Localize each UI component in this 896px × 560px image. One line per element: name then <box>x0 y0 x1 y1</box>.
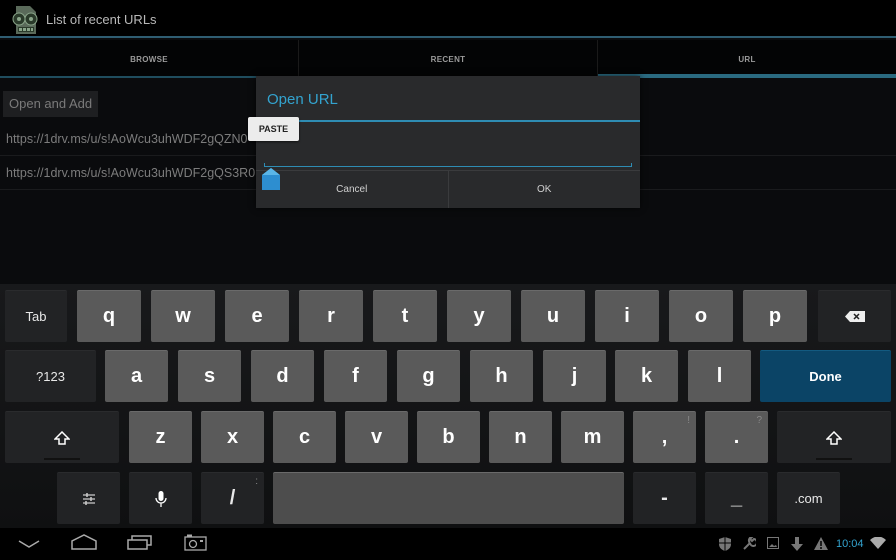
key-j[interactable]: j <box>543 350 606 402</box>
paste-button[interactable]: PASTE <box>248 117 299 141</box>
key-h[interactable]: h <box>470 350 533 402</box>
key-done[interactable]: Done <box>760 350 891 402</box>
url-input[interactable] <box>263 126 633 168</box>
key-d[interactable]: d <box>251 350 314 402</box>
shift-icon <box>826 430 842 445</box>
tab-browse[interactable]: BROWSE <box>0 40 299 78</box>
key-k[interactable]: k <box>615 350 678 402</box>
key-i[interactable]: i <box>595 290 659 342</box>
status-clock: 10:04 <box>836 538 864 550</box>
microphone-icon <box>154 490 167 507</box>
key-hint: : <box>255 476 258 487</box>
wifi-icon <box>870 537 886 549</box>
key-e[interactable]: e <box>225 290 289 342</box>
warning-icon <box>814 537 828 550</box>
key-c[interactable]: c <box>273 411 336 463</box>
recent-apps-icon[interactable] <box>127 534 153 550</box>
download-icon <box>791 537 803 551</box>
settings-sliders-icon <box>82 492 95 505</box>
film-reel-app-icon <box>12 6 38 34</box>
key-l[interactable]: l <box>688 350 751 402</box>
home-icon[interactable] <box>70 534 98 550</box>
tab-url[interactable]: URL <box>598 40 896 78</box>
key-label: / <box>229 487 236 509</box>
action-bar: List of recent URLs <box>0 0 896 38</box>
dialog-button-bar: Cancel OK <box>256 170 640 208</box>
key-shift-left[interactable] <box>5 411 119 463</box>
shift-indicator <box>44 458 80 460</box>
key-a[interactable]: a <box>105 350 168 402</box>
key-period[interactable]: . ? <box>705 411 768 463</box>
key-u[interactable]: u <box>521 290 585 342</box>
screenshot-camera-icon[interactable] <box>184 534 208 552</box>
key-voice-input[interactable] <box>129 472 192 524</box>
tab-label: URL <box>738 54 756 64</box>
key-m[interactable]: m <box>561 411 624 463</box>
key-hyphen[interactable]: - <box>633 472 696 524</box>
key-symbols[interactable]: ?123 <box>5 350 96 402</box>
key-f[interactable]: f <box>324 350 387 402</box>
app-title: List of recent URLs <box>46 12 157 27</box>
dialog-title: Open URL <box>267 91 338 108</box>
shield-icon <box>719 537 731 551</box>
key-slash[interactable]: / : <box>201 472 264 524</box>
key-space[interactable] <box>273 472 624 524</box>
key-o[interactable]: o <box>669 290 733 342</box>
key-g[interactable]: g <box>397 350 460 402</box>
soft-keyboard: Tab q w e r t y u i o p ?123 a s d f g h… <box>0 284 896 528</box>
key-z[interactable]: z <box>129 411 192 463</box>
open-url-dialog: Open URL Cancel OK <box>256 76 640 208</box>
ok-button[interactable]: OK <box>449 171 641 208</box>
tab-bar: BROWSE RECENT URL <box>0 40 896 78</box>
key-backspace[interactable] <box>818 290 891 342</box>
backspace-icon <box>844 311 865 322</box>
key-q[interactable]: q <box>77 290 141 342</box>
key-s[interactable]: s <box>178 350 241 402</box>
tab-label: BROWSE <box>130 54 168 64</box>
key-settings[interactable] <box>57 472 120 524</box>
key-t[interactable]: t <box>373 290 437 342</box>
system-navigation-bar: 10:04 <box>0 528 896 560</box>
key-v[interactable]: v <box>345 411 408 463</box>
key-p[interactable]: p <box>743 290 807 342</box>
key-dotcom[interactable]: .com <box>777 472 840 524</box>
open-and-add-button[interactable]: Open and Add <box>3 91 99 117</box>
key-label: . <box>733 426 740 448</box>
dialog-title-divider <box>256 120 640 122</box>
image-icon <box>767 537 779 549</box>
shift-icon <box>54 430 70 445</box>
key-r[interactable]: r <box>299 290 363 342</box>
cancel-button[interactable]: Cancel <box>256 171 449 208</box>
key-shift-right[interactable] <box>777 411 891 463</box>
wrench-icon <box>743 537 756 550</box>
key-b[interactable]: b <box>417 411 480 463</box>
shift-indicator <box>816 458 852 460</box>
key-x[interactable]: x <box>201 411 264 463</box>
key-hint: ? <box>756 415 762 426</box>
key-underscore[interactable]: _ <box>705 472 768 524</box>
input-underline <box>264 163 632 167</box>
key-n[interactable]: n <box>489 411 552 463</box>
key-hint: ! <box>687 415 690 426</box>
text-cursor-handle[interactable] <box>262 168 280 190</box>
key-y[interactable]: y <box>447 290 511 342</box>
key-w[interactable]: w <box>151 290 215 342</box>
tab-recent[interactable]: RECENT <box>299 40 598 78</box>
tab-label: RECENT <box>430 54 466 64</box>
key-comma[interactable]: , ! <box>633 411 696 463</box>
screen: List of recent URLs BROWSE RECENT URL Op… <box>0 0 896 560</box>
key-label: , <box>661 426 668 448</box>
back-chevron-down-icon[interactable] <box>18 540 40 548</box>
key-tab[interactable]: Tab <box>5 290 67 342</box>
